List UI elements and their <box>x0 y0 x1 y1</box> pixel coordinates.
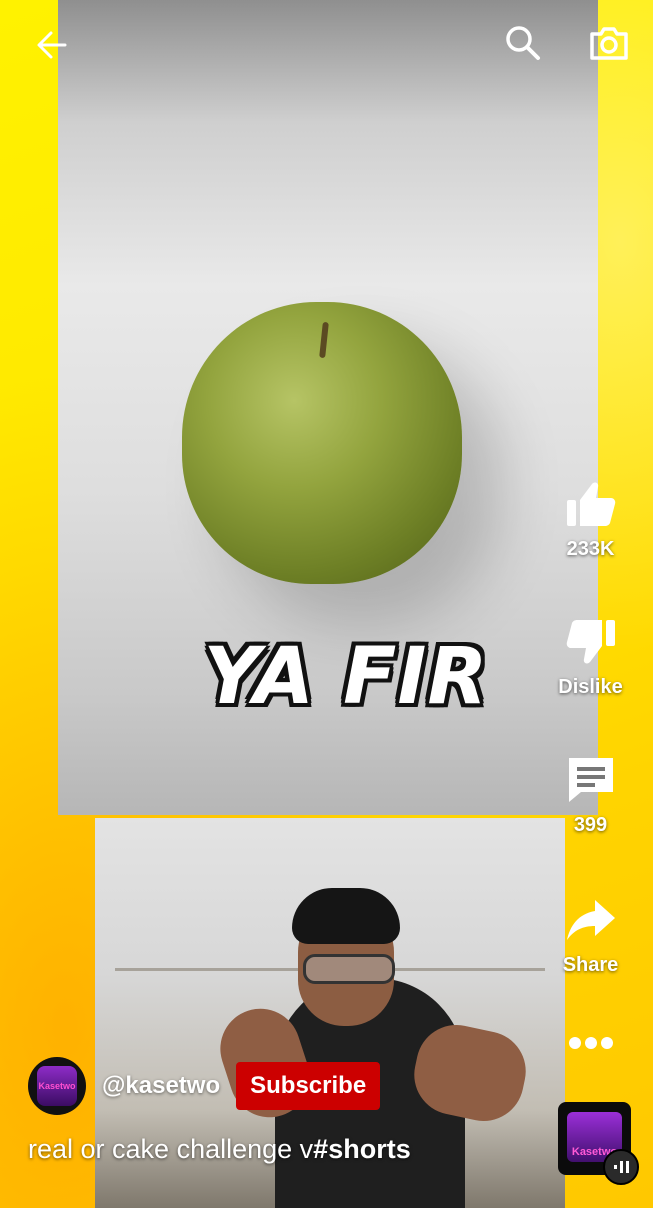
sound-thumbnail[interactable]: Kasetwo <box>558 1102 639 1185</box>
share-arrow-icon <box>566 900 615 940</box>
person-glasses <box>303 954 395 984</box>
video-title[interactable]: real or cake challenge v#shorts <box>28 1134 411 1165</box>
dislike-button[interactable]: Dislike <box>528 616 653 699</box>
camera-button[interactable] <box>585 20 633 66</box>
channel-handle[interactable]: @kasetwo <box>102 1072 220 1100</box>
share-label: Share <box>562 954 619 976</box>
like-count: 233K <box>566 538 615 560</box>
thumbs-down-icon <box>566 620 615 664</box>
search-icon <box>506 26 540 60</box>
video-overlay-text: YA FIR <box>203 632 489 722</box>
channel-row: Kasetwo @kasetwo Subscribe <box>28 1056 381 1116</box>
video-title-text: real or cake challenge v <box>28 1134 314 1164</box>
comment-count: 399 <box>573 814 608 836</box>
video-frame-top[interactable]: YA FIR <box>58 0 598 815</box>
audio-bars-icon <box>614 1161 629 1173</box>
dislike-label: Dislike <box>558 676 623 698</box>
pause-badge <box>603 1149 639 1185</box>
thumbs-up-icon <box>566 482 615 526</box>
comment-button[interactable]: 399 <box>528 754 653 837</box>
subscribe-button[interactable]: Subscribe <box>236 1062 381 1110</box>
avatar-logo: Kasetwo <box>37 1066 77 1106</box>
video-title-hashtag[interactable]: #shorts <box>313 1134 411 1164</box>
back-button[interactable] <box>30 22 76 68</box>
share-button[interactable]: Share <box>528 894 653 977</box>
top-bar <box>0 0 653 90</box>
comment-icon <box>568 758 613 802</box>
channel-avatar[interactable]: Kasetwo <box>28 1057 86 1115</box>
person-hair <box>292 888 400 944</box>
arrow-left-icon <box>37 31 67 59</box>
camera-icon <box>590 27 628 60</box>
search-button[interactable] <box>500 20 546 66</box>
more-horizontal-icon <box>568 1037 613 1049</box>
like-button[interactable]: 233K <box>528 478 653 561</box>
more-options-button[interactable] <box>528 1030 653 1056</box>
